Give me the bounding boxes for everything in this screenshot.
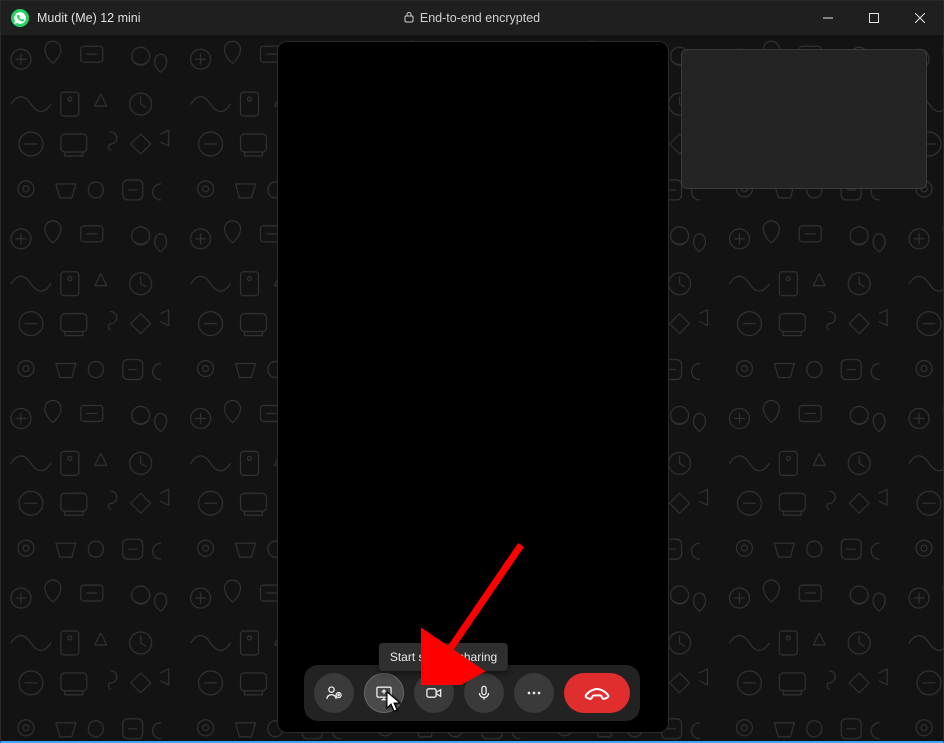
more-icon xyxy=(524,683,544,703)
call-title: Mudit (Me) 12 mini xyxy=(37,11,141,25)
window-controls xyxy=(805,1,943,35)
video-toggle-button[interactable] xyxy=(414,673,454,713)
mic-toggle-button[interactable] xyxy=(464,673,504,713)
titlebar-left: Mudit (Me) 12 mini xyxy=(1,9,141,27)
main-participant-video[interactable] xyxy=(277,41,669,733)
mic-icon xyxy=(474,683,494,703)
whatsapp-logo-icon xyxy=(11,9,29,27)
screen-share-icon xyxy=(374,683,394,703)
self-preview-video[interactable] xyxy=(681,49,927,189)
tooltip-text: Start screen sharing xyxy=(390,650,497,664)
add-participant-icon xyxy=(324,683,344,703)
end-call-button[interactable] xyxy=(564,673,630,713)
encryption-label: End-to-end encrypted xyxy=(420,11,540,25)
add-participant-button[interactable] xyxy=(314,673,354,713)
end-call-icon xyxy=(583,683,611,703)
call-controls-bar xyxy=(304,665,640,721)
encryption-indicator: End-to-end encrypted xyxy=(1,1,943,35)
screen-share-tooltip: Start screen sharing xyxy=(379,643,508,671)
more-options-button[interactable] xyxy=(514,673,554,713)
lock-icon xyxy=(404,11,414,26)
maximize-button[interactable] xyxy=(851,1,897,35)
app-window: Mudit (Me) 12 mini End-to-end encrypted xyxy=(0,0,944,743)
titlebar: Mudit (Me) 12 mini End-to-end encrypted xyxy=(1,1,943,35)
minimize-button[interactable] xyxy=(805,1,851,35)
call-content: Start screen sharing xyxy=(1,35,943,741)
screen-share-button[interactable] xyxy=(364,673,404,713)
video-icon xyxy=(424,683,444,703)
close-button[interactable] xyxy=(897,1,943,35)
